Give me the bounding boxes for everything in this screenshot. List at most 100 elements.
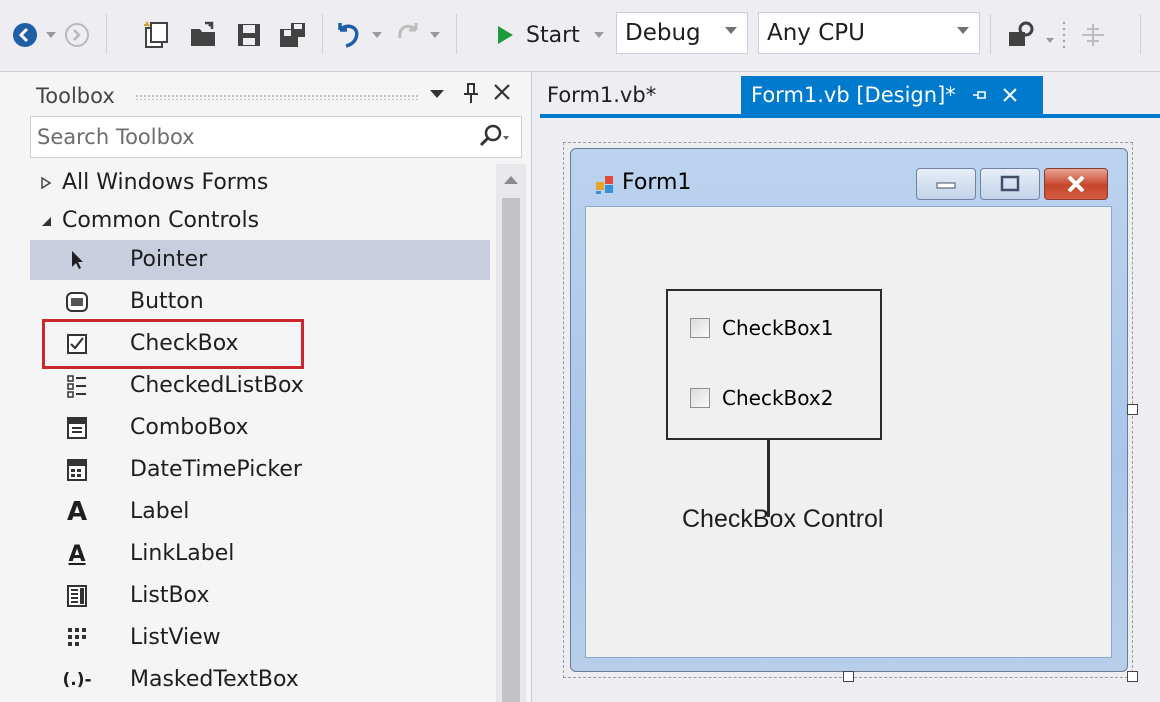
maximize-button[interactable] <box>980 168 1040 200</box>
open-file-button[interactable] <box>186 18 220 52</box>
save-button[interactable] <box>232 18 266 52</box>
close-icon <box>1067 175 1085 193</box>
scroll-up-arrow-icon[interactable] <box>504 176 518 184</box>
pin-tab-icon[interactable] <box>972 88 988 102</box>
checkbox-1[interactable]: CheckBox1 <box>690 316 833 340</box>
masked-text-icon: (.)- <box>62 670 92 690</box>
minimize-button[interactable] <box>916 168 976 200</box>
undo-button[interactable] <box>332 18 366 52</box>
toolbox-item-pointer[interactable]: Pointer <box>30 240 490 280</box>
checkbox-label: CheckBox1 <box>722 316 834 340</box>
tab-form1-code[interactable]: Form1.vb* <box>537 76 666 114</box>
annotation-label: CheckBox Control <box>682 505 884 533</box>
item-label: DateTimePicker <box>130 457 302 482</box>
save-all-button[interactable] <box>276 18 310 52</box>
redo-button[interactable] <box>390 18 424 52</box>
toolbox-search-input[interactable]: Search Toolbox <box>30 116 522 158</box>
collapse-triangle-icon <box>42 216 51 226</box>
item-label: ComboBox <box>130 415 249 440</box>
form-app-icon <box>596 176 613 194</box>
start-debugging-button[interactable]: Start <box>494 16 604 54</box>
checkbox-highlight-box <box>42 319 304 369</box>
back-arrow-icon <box>13 23 37 47</box>
form-title: Form1 <box>622 170 692 195</box>
resize-handle-bottom-right[interactable] <box>1127 671 1138 682</box>
solution-configuration-combo[interactable]: Debug <box>616 12 748 54</box>
redo-dropdown[interactable] <box>428 28 442 42</box>
combobox-control-icon <box>64 415 90 441</box>
platform-value: Any CPU <box>767 20 865 46</box>
navigate-forward-button[interactable] <box>62 20 92 50</box>
tab-form1-design[interactable]: Form1.vb [Design]* <box>741 76 1043 114</box>
align-tool-button[interactable] <box>1076 18 1110 52</box>
item-label: Button <box>130 289 204 314</box>
close-icon <box>494 84 510 100</box>
chevron-down-icon <box>957 27 969 34</box>
toolbox-item-listview[interactable]: ListView <box>30 618 490 658</box>
checkbox-group-box <box>666 289 882 440</box>
checkbox-2[interactable]: CheckBox2 <box>690 386 833 410</box>
open-folder-icon <box>191 21 215 46</box>
new-project-icon <box>144 21 168 48</box>
save-disk-icon <box>238 24 260 46</box>
group-all-windows-forms[interactable]: All Windows Forms <box>40 170 268 195</box>
checkbox-label: CheckBox2 <box>722 386 834 410</box>
play-icon <box>498 26 513 44</box>
panel-title-grip <box>135 94 420 100</box>
panel-options-dropdown[interactable] <box>430 90 444 98</box>
maximize-icon <box>1000 175 1020 192</box>
checked-list-icon <box>64 373 90 399</box>
new-project-button[interactable] <box>140 18 174 52</box>
item-label: Pointer <box>130 247 208 272</box>
save-all-icon <box>280 23 305 47</box>
configuration-value: Debug <box>625 20 701 46</box>
toolbox-scrollbar[interactable] <box>496 164 526 702</box>
toolbar-overflow[interactable] <box>1044 34 1056 46</box>
close-tab-icon[interactable] <box>1002 87 1018 103</box>
align-grid-icon <box>1082 24 1104 46</box>
redo-arrow-icon <box>398 23 418 39</box>
find-in-files-button[interactable] <box>1004 18 1038 52</box>
back-dropdown[interactable] <box>44 28 58 42</box>
group-label: All Windows Forms <box>62 170 269 195</box>
checkbox-square-icon[interactable] <box>690 388 710 408</box>
tab-label: Form1.vb* <box>547 83 657 107</box>
toolbox-item-combobox[interactable]: ComboBox <box>30 408 490 448</box>
item-label: CheckedListBox <box>130 373 304 398</box>
expand-triangle-icon <box>41 176 52 189</box>
toolbox-item-maskedtextbox[interactable]: (.)- MaskedTextBox <box>30 660 490 700</box>
pin-icon <box>464 83 478 103</box>
group-label: Common Controls <box>62 208 260 233</box>
search-placeholder: Search Toolbox <box>37 125 195 149</box>
checkbox-square-icon[interactable] <box>690 318 710 338</box>
toolbar-gripper[interactable] <box>1060 20 1068 50</box>
close-window-button[interactable] <box>1044 168 1108 200</box>
document-tabs: Form1.vb* Form1.vb [Design]* <box>533 72 1160 118</box>
search-icon <box>477 123 511 155</box>
find-in-files-icon <box>1009 21 1034 46</box>
toolbox-item-datetimepicker[interactable]: DateTimePicker <box>30 450 490 490</box>
forward-arrow-icon <box>65 23 89 47</box>
toolbox-item-checkedlistbox[interactable]: CheckedListBox <box>30 366 490 406</box>
resize-handle-bottom[interactable] <box>843 671 854 682</box>
group-common-controls[interactable]: Common Controls <box>40 208 259 233</box>
chevron-down-icon <box>725 27 737 34</box>
solution-platform-combo[interactable]: Any CPU <box>758 12 980 54</box>
toolbox-item-label[interactable]: A Label <box>30 492 490 532</box>
toolbox-item-button[interactable]: Button <box>30 282 490 322</box>
item-label: ListView <box>130 625 221 650</box>
toolbox-item-linklabel[interactable]: A LinkLabel <box>30 534 490 574</box>
toolbox-item-listbox[interactable]: ListBox <box>30 576 490 616</box>
listview-control-icon <box>64 625 90 651</box>
calendar-icon <box>64 457 90 483</box>
navigate-back-button[interactable] <box>10 20 40 50</box>
pin-panel-button[interactable] <box>462 82 480 110</box>
toolbox-title: Toolbox <box>36 84 115 108</box>
toolbox-item-list: All Windows Forms Common Controls Pointe… <box>30 164 500 702</box>
main-toolbar: Start Debug Any CPU <box>0 0 1160 72</box>
resize-handle-right[interactable] <box>1127 404 1138 415</box>
close-panel-button[interactable] <box>492 82 512 108</box>
undo-dropdown[interactable] <box>370 28 384 42</box>
item-label: ListBox <box>130 583 210 608</box>
scrollbar-thumb[interactable] <box>502 198 520 702</box>
